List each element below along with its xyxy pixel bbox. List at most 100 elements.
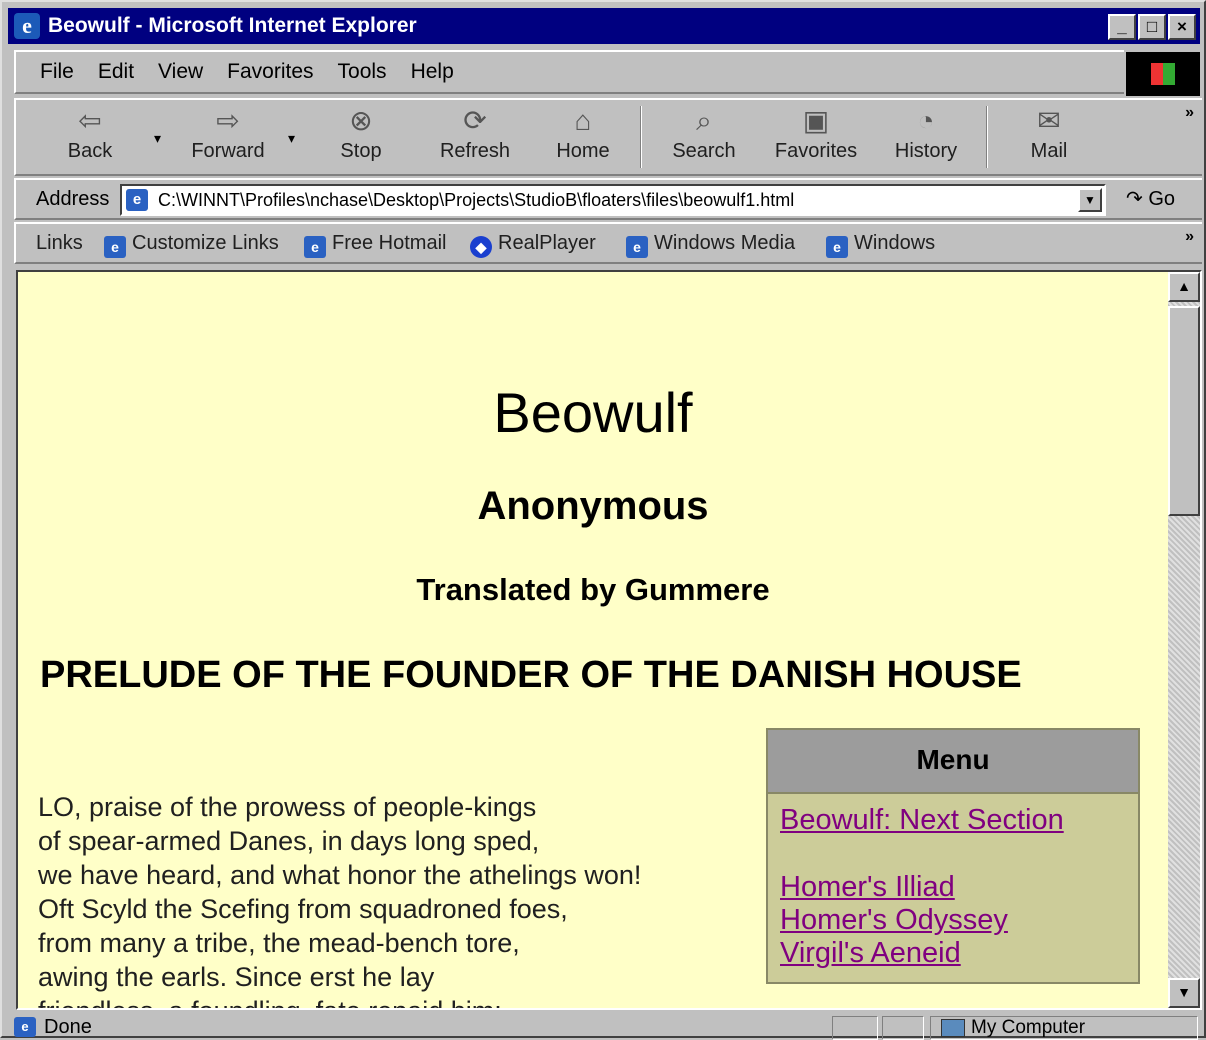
refresh-icon: ⟳ [463,105,487,136]
favorites-label: Favorites [774,140,858,162]
go-label: Go [1148,188,1176,210]
toolbar-chevron-icon[interactable]: » [1185,104,1194,122]
menu-help[interactable]: Help [411,60,454,84]
status-cell [832,1016,878,1040]
poem-line: from many a tribe, the mead-bench tore, [38,928,520,958]
mail-icon: ✉ [1037,105,1061,136]
history-label: History [894,140,958,162]
page-translator: Translated by Gummere [416,572,770,607]
search-label: Search [672,140,736,162]
browser-window: e Beowulf - Microsoft Internet Explorer … [0,0,1206,1040]
menu-edit[interactable]: Edit [98,60,134,84]
menu-tools[interactable]: Tools [338,60,387,84]
window-title: Beowulf - Microsoft Internet Explorer [48,14,417,37]
menu-favorites[interactable]: Favorites [227,60,313,84]
ie-logo-icon: e [14,13,40,39]
menu-file[interactable]: File [40,60,74,84]
page-content: Beowulf Anonymous Translated by Gummere … [18,272,1168,1008]
poem-line: awing the earls. Since erst he lay [38,962,435,992]
my-computer-icon [941,1019,965,1037]
go-arrow-icon: ↷ [1126,188,1143,210]
address-dropdown-icon[interactable]: ▼ [1078,188,1102,212]
back-dropdown[interactable]: ▾ [154,130,161,147]
stop-button[interactable]: ⊗ Stop [328,104,394,174]
status-bar: e Done My Computer [6,1014,1204,1040]
menu-view[interactable]: View [158,60,203,84]
menu-heading: Menu [768,730,1138,794]
address-label: Address [36,188,110,210]
refresh-label: Refresh [439,140,511,162]
ie-page-icon: e [626,236,648,258]
link-customize-links[interactable]: e Customize Links [104,232,279,258]
ie-page-icon: e [104,236,126,258]
menu-link-next-section[interactable]: Beowulf: Next Section [780,804,1138,837]
toolbar-separator [640,106,642,168]
link-label: Windows Media [654,232,796,254]
toolbar-separator [986,106,988,168]
link-realplayer[interactable]: ◆ RealPlayer [470,232,596,258]
realplayer-icon: ◆ [470,236,492,258]
page-status-icon: e [14,1017,36,1037]
link-windows-media[interactable]: e Windows Media [626,232,795,258]
link-windows[interactable]: e Windows [826,232,935,258]
windows-logo-icon [1126,52,1200,96]
poem-line: LO, praise of the prowess of people-king… [38,792,537,822]
back-label: Back [67,140,113,162]
menu-link-iliad[interactable]: Homer's Illiad [780,871,1138,904]
forward-dropdown[interactable]: ▾ [288,130,295,147]
page-icon: e [126,189,148,211]
link-label: Windows [854,232,936,254]
scroll-thumb[interactable] [1168,306,1200,516]
forward-button[interactable]: ⇨ Forward [180,104,276,174]
status-text: Done [44,1015,92,1038]
refresh-button[interactable]: ⟳ Refresh [432,104,518,174]
search-button[interactable]: ⌕ Search [664,104,744,174]
links-bar: Links e Customize Links e Free Hotmail ◆ Re… [14,222,1202,264]
maximize-button[interactable]: □ [1138,14,1166,40]
ie-page-icon: e [826,236,848,258]
go-button[interactable]: ↷ Go [1126,186,1175,211]
mail-button[interactable]: ✉ Mail [1020,104,1078,174]
links-label: Links [36,232,83,254]
poem-line: we have heard, and what honor the atheli… [38,860,642,890]
history-icon: ◔ [917,105,935,136]
address-input[interactable]: e C:\WINNT\Profiles\nchase\Desktop\Proje… [120,184,1106,216]
section-heading: PRELUDE OF THE FOUNDER OF THE DANISH HOU… [40,654,1022,696]
minimize-button[interactable]: _ [1108,14,1136,40]
poem-text: LO, praise of the prowess of people-king… [38,790,641,1008]
scroll-down-icon[interactable]: ▼ [1168,978,1200,1008]
title-bar[interactable]: e Beowulf - Microsoft Internet Explorer … [8,8,1200,44]
home-label: Home [556,140,610,162]
link-label: Free Hotmail [332,232,447,254]
zone-label: My Computer [971,1017,1086,1038]
vertical-scrollbar[interactable]: ▲ ▼ [1168,272,1200,1008]
floating-menu: Menu Beowulf: Next Section Homer's Illia… [766,728,1140,984]
links-chevron-icon[interactable]: » [1185,228,1194,246]
history-button[interactable]: ◔ History [890,104,962,174]
poem-line: friendless, a foundling, fate repaid him… [38,994,641,1008]
security-zone: My Computer [930,1016,1198,1040]
home-icon: ⌂ [574,105,592,136]
address-bar: Address e C:\WINNT\Profiles\nchase\Deskt… [14,178,1202,220]
link-label: Customize Links [132,232,279,254]
forward-arrow-icon: ⇨ [216,105,240,136]
menu-link-aeneid[interactable]: Virgil's Aeneid [780,937,1138,970]
back-button[interactable]: ⇦ Back [50,104,130,174]
stop-label: Stop [340,140,382,162]
ie-page-icon: e [304,236,326,258]
home-button[interactable]: ⌂ Home [550,104,616,174]
page-title: Beowulf [493,381,693,444]
standard-toolbar: ⇦ Back ▾ ⇨ Forward ▾ ⊗ Stop ⟳ Refresh ⌂ … [14,98,1202,176]
poem-line: Oft Scyld the Scefing from squadroned fo… [38,894,568,924]
stop-icon: ⊗ [349,105,373,136]
mail-label: Mail [1030,140,1068,162]
poem-line: of spear-armed Danes, in days long sped, [38,826,540,856]
link-free-hotmail[interactable]: e Free Hotmail [304,232,446,258]
address-url: C:\WINNT\Profiles\nchase\Desktop\Project… [158,189,795,210]
scroll-up-icon[interactable]: ▲ [1168,272,1200,302]
menu-link-odyssey[interactable]: Homer's Odyssey [780,904,1138,937]
favorites-folder-icon: ▣ [802,105,830,136]
favorites-button[interactable]: ▣ Favorites [770,104,862,174]
close-button[interactable]: × [1168,14,1196,40]
back-arrow-icon: ⇦ [78,105,102,136]
